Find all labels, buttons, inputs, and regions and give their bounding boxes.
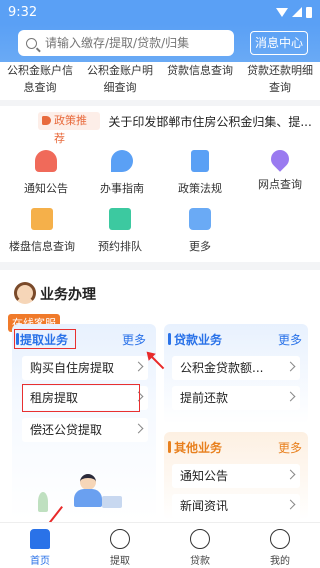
grid-item-appointment[interactable]: 预约排队 [80, 208, 160, 254]
grid-item-branch[interactable]: 网点查询 [240, 146, 320, 192]
calendar-icon [109, 208, 131, 230]
loan-title: 贷款业务 [174, 333, 223, 347]
chevron-right-icon [133, 423, 144, 434]
query-item-loan-info[interactable]: 贷款信息查询 [160, 62, 240, 100]
withdrawal-more-link[interactable]: 更多 [122, 331, 146, 348]
loan-item-quota[interactable]: 公积金贷款额... [172, 356, 300, 380]
query-item-loan-repayment[interactable]: 贷款还款明细 查询 [240, 62, 320, 100]
building-icon [31, 208, 53, 230]
signal-icon [292, 7, 302, 17]
mascot-head [14, 282, 36, 304]
grid-item-policy[interactable]: 政策法规 [160, 150, 240, 196]
wifi-icon [276, 7, 288, 17]
grid-item-guide[interactable]: 办事指南 [82, 150, 162, 196]
query-item-account-detail[interactable]: 公积金账户明 细查询 [80, 62, 160, 100]
notice-text: 关于印发邯郸市住房公积金归集、提... [108, 114, 312, 129]
withdrawal-item-buy-home[interactable]: 购买自住房提取 [22, 356, 148, 380]
section-bar [168, 333, 171, 345]
other-item-notices[interactable]: 通知公告 [172, 464, 300, 488]
chevron-right-icon [285, 391, 296, 402]
chevron-right-icon [133, 361, 144, 372]
other-business-panel: 其他业务 更多 通知公告 新闻资讯 [164, 432, 308, 520]
search-box[interactable] [18, 30, 234, 56]
other-item-news[interactable]: 新闻资讯 [172, 494, 300, 518]
grid-item-housing[interactable]: 楼盘信息查询 [0, 208, 86, 254]
search-input[interactable] [45, 36, 225, 50]
grid-item-more[interactable]: 更多 [160, 208, 240, 254]
plant-illustration [38, 492, 48, 512]
search-icon [26, 37, 37, 49]
more-icon [189, 208, 211, 230]
nav-home[interactable]: 首页 [0, 523, 80, 568]
status-time: 9:32 [8, 4, 38, 20]
chevron-right-icon [285, 469, 296, 480]
laptop-illustration [102, 496, 122, 508]
loan-panel: 贷款业务 更多 公积金贷款额... 提前还款 [164, 324, 308, 424]
annotation-box-rent-withdrawal [22, 384, 140, 412]
policy-tag: 政策推荐 [38, 112, 101, 145]
nav-mine[interactable]: 我的 [240, 523, 320, 568]
other-title: 其他业务 [174, 441, 223, 455]
status-icons [276, 6, 312, 18]
message-center-button[interactable]: 消息中心 [250, 31, 308, 55]
nav-withdraw[interactable]: 提取 [80, 523, 160, 568]
document-icon [191, 150, 209, 172]
money-bag-icon [190, 529, 210, 549]
grid-item-notices[interactable]: 通知公告 [6, 150, 86, 196]
status-bar: 9:32 [0, 0, 320, 24]
section-bar [168, 441, 171, 453]
upload-arrow-icon [110, 529, 130, 549]
account-query-row: 公积金账户信 息查询 公积金账户明 细查询 贷款信息查询 贷款还款明细 查询 [0, 62, 320, 100]
divider [0, 262, 320, 270]
other-more-link[interactable]: 更多 [278, 439, 302, 456]
person-illustration [74, 474, 102, 507]
withdrawal-item-repay-loan[interactable]: 偿还公贷提取 [22, 418, 148, 442]
chevron-right-icon [285, 361, 296, 372]
loan-more-link[interactable]: 更多 [278, 331, 302, 348]
speaker-icon [42, 116, 51, 125]
query-item-account-info[interactable]: 公积金账户信 息查询 [0, 62, 80, 100]
bottom-nav: 首页 提取 贷款 我的 [0, 522, 320, 568]
quick-entry-grid: 通知公告 办事指南 政策法规 网点查询 楼盘信息查询 预约排队 更多 [0, 146, 320, 256]
office-illustration [30, 470, 140, 522]
guide-icon [111, 150, 133, 172]
person-face [80, 474, 96, 490]
location-pin-icon [267, 146, 293, 172]
loan-item-prepay[interactable]: 提前还款 [172, 386, 300, 410]
policy-notice-bar[interactable]: 政策推荐 关于印发邯郸市住房公积金归集、提... [0, 106, 320, 145]
user-chat-icon [270, 529, 290, 549]
nav-loan[interactable]: 贷款 [160, 523, 240, 568]
service-mascot-avatar[interactable] [8, 276, 42, 314]
annotation-box-withdrawal-title [14, 329, 76, 349]
home-icon [30, 529, 50, 549]
header-bar: 消息中心 [0, 24, 320, 62]
battery-icon [306, 6, 312, 18]
business-section-title: 业务办理 [40, 287, 96, 303]
person-body [74, 489, 102, 507]
bell-icon [35, 150, 57, 172]
chevron-right-icon [285, 499, 296, 510]
